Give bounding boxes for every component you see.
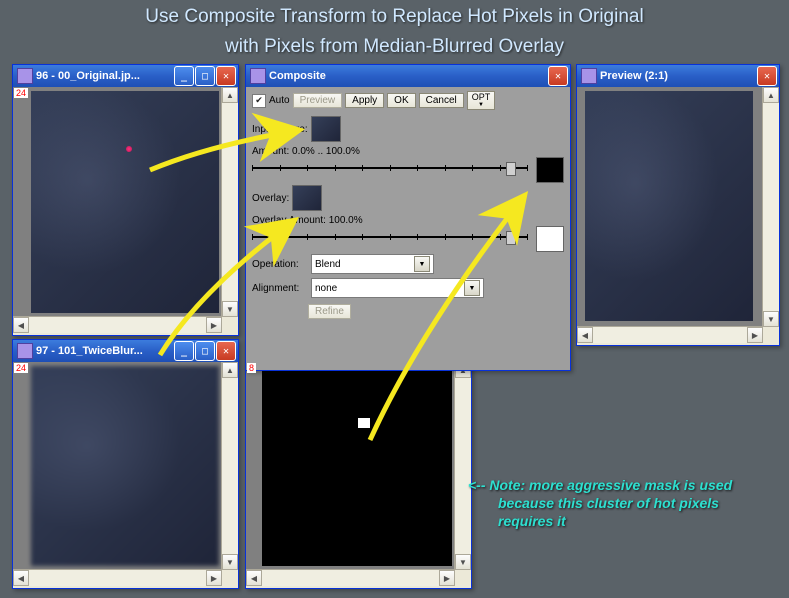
titlebar-blurred[interactable]: 97 - 101_TwiceBlur... _ □ ✕ — [13, 340, 238, 362]
scroll-down-button[interactable]: ▼ — [222, 301, 238, 317]
scrollbar-horizontal[interactable]: ◀ ▶ — [13, 569, 222, 586]
chevron-down-icon: ▼ — [414, 256, 430, 272]
auto-label: Auto — [269, 95, 290, 106]
overlay-amount-slider[interactable] — [252, 228, 564, 248]
blurred-image[interactable] — [31, 366, 219, 566]
scroll-down-button[interactable]: ▼ — [455, 554, 471, 570]
close-button[interactable]: ✕ — [216, 341, 236, 361]
alignment-value: none — [315, 283, 337, 294]
instruction-line-2: with Pixels from Median-Blurred Overlay — [0, 30, 789, 60]
title-composite: Composite — [269, 70, 548, 82]
window-preview: Preview (2:1) ✕ ◀ ▶ ▲ ▼ — [576, 64, 780, 346]
scroll-up-button[interactable]: ▲ — [763, 87, 779, 103]
window-mask: 98 - HotMask2.png ... _ □ ✕ 8 ◀ ▶ ▲ ▼ — [245, 339, 472, 589]
note-text: <-- Note: more aggressive mask is used b… — [468, 476, 768, 531]
zoom-label: 8 — [247, 363, 256, 373]
scroll-right-button[interactable]: ▶ — [747, 327, 763, 343]
scroll-up-button[interactable]: ▲ — [222, 362, 238, 378]
scroll-left-button[interactable]: ◀ — [13, 317, 29, 333]
overlay-slider-thumb[interactable] — [506, 231, 516, 245]
titlebar-preview[interactable]: Preview (2:1) ✕ — [577, 65, 779, 87]
scroll-down-button[interactable]: ▼ — [222, 554, 238, 570]
hot-pixel — [126, 146, 132, 152]
mask-white-region — [358, 418, 370, 428]
original-image[interactable] — [31, 91, 219, 313]
app-icon — [250, 68, 266, 84]
preview-image[interactable] — [585, 91, 753, 321]
overlay-label: Overlay: — [252, 193, 289, 204]
amount-slider[interactable] — [252, 159, 564, 179]
app-icon — [17, 68, 33, 84]
instruction-line-1: Use Composite Transform to Replace Hot P… — [0, 0, 789, 30]
scrollbar-horizontal[interactable]: ◀ ▶ — [577, 326, 763, 343]
window-blurred: 97 - 101_TwiceBlur... _ □ ✕ 24 ◀ ▶ ▲ ▼ — [12, 339, 239, 589]
amount-swatch[interactable] — [536, 157, 564, 183]
amount-label: Amount: 0.0% .. 100.0% — [252, 146, 564, 157]
note-line-2: because this cluster of hot pixels — [468, 495, 719, 511]
scroll-down-button[interactable]: ▼ — [763, 311, 779, 327]
maximize-button[interactable]: □ — [195, 66, 215, 86]
note-line-3: requires it — [468, 513, 566, 529]
scroll-right-button[interactable]: ▶ — [206, 570, 222, 586]
overlay-thumb[interactable] — [292, 185, 322, 211]
scroll-up-button[interactable]: ▲ — [222, 87, 238, 103]
zoom-label: 24 — [14, 363, 28, 373]
close-button[interactable]: ✕ — [548, 66, 568, 86]
opt-button[interactable]: OPT — [467, 91, 496, 110]
ok-button[interactable]: OK — [387, 93, 415, 108]
input-image-thumb[interactable] — [311, 116, 341, 142]
scrollbar-vertical[interactable]: ▲ ▼ — [454, 362, 471, 570]
note-arrow: <-- — [468, 477, 486, 493]
window-original: 96 - 00_Original.jp... _ □ ✕ 24 ◀ ▶ ▲ ▼ — [12, 64, 239, 336]
scroll-left-button[interactable]: ◀ — [246, 570, 262, 586]
amount-slider-thumb[interactable] — [506, 162, 516, 176]
scroll-left-button[interactable]: ◀ — [577, 327, 593, 343]
refine-button[interactable]: Refine — [308, 304, 351, 319]
scroll-right-button[interactable]: ▶ — [206, 317, 222, 333]
title-blurred: 97 - 101_TwiceBlur... — [36, 345, 174, 357]
alignment-dropdown[interactable]: none ▼ — [311, 278, 484, 298]
mask-image[interactable] — [262, 366, 452, 566]
auto-checkbox[interactable]: ✔ — [252, 94, 266, 108]
titlebar-original[interactable]: 96 - 00_Original.jp... _ □ ✕ — [13, 65, 238, 87]
titlebar-composite[interactable]: Composite ✕ — [246, 65, 570, 87]
scrollbar-horizontal[interactable]: ◀ ▶ — [246, 569, 455, 586]
apply-button[interactable]: Apply — [345, 93, 384, 108]
preview-button[interactable]: Preview — [293, 93, 343, 108]
operation-value: Blend — [315, 259, 341, 270]
overlay-swatch[interactable] — [536, 226, 564, 252]
chevron-down-icon: ▼ — [464, 280, 480, 296]
input-image-label: Input Image: — [252, 124, 308, 135]
minimize-button[interactable]: _ — [174, 341, 194, 361]
note-line-1: Note: more aggressive mask is used — [489, 477, 732, 493]
overlay-amount-label: Overlay Amount: 100.0% — [252, 215, 564, 226]
operation-dropdown[interactable]: Blend ▼ — [311, 254, 434, 274]
app-icon — [581, 68, 597, 84]
scroll-left-button[interactable]: ◀ — [13, 570, 29, 586]
minimize-button[interactable]: _ — [174, 66, 194, 86]
title-preview: Preview (2:1) — [600, 70, 757, 82]
scrollbar-vertical[interactable]: ▲ ▼ — [221, 362, 238, 570]
scrollbar-horizontal[interactable]: ◀ ▶ — [13, 316, 222, 333]
title-original: 96 - 00_Original.jp... — [36, 70, 174, 82]
zoom-label: 24 — [14, 88, 28, 98]
scrollbar-vertical[interactable]: ▲ ▼ — [221, 87, 238, 317]
operation-label: Operation: — [252, 259, 308, 270]
maximize-button[interactable]: □ — [195, 341, 215, 361]
scrollbar-vertical[interactable]: ▲ ▼ — [762, 87, 779, 327]
scroll-right-button[interactable]: ▶ — [439, 570, 455, 586]
window-composite: Composite ✕ ✔ Auto Preview Apply OK Canc… — [245, 64, 571, 371]
app-icon — [17, 343, 33, 359]
alignment-label: Alignment: — [252, 283, 308, 294]
cancel-button[interactable]: Cancel — [419, 93, 464, 108]
close-button[interactable]: ✕ — [216, 66, 236, 86]
close-button[interactable]: ✕ — [757, 66, 777, 86]
